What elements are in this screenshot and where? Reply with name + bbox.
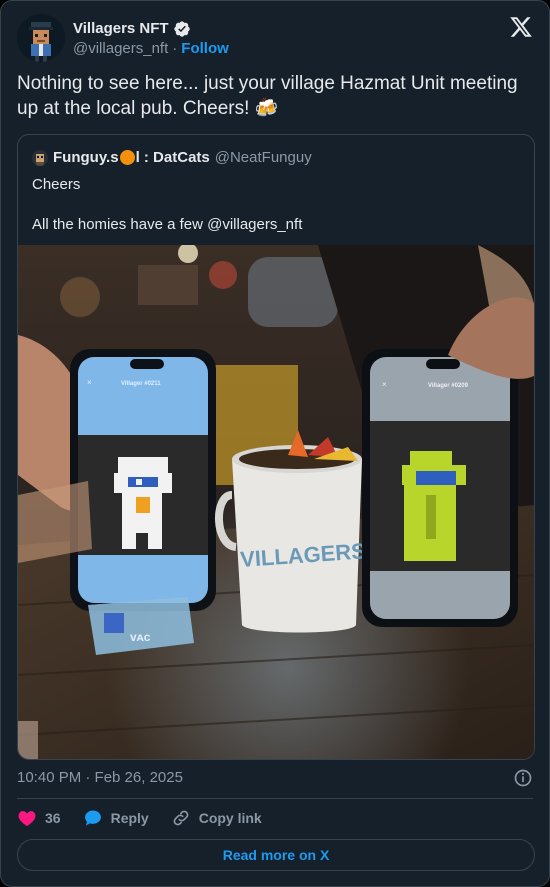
link-icon [173,810,189,826]
quoted-text-line2: All the homies have a few @villagers_nft [32,216,303,233]
tweet-actions: 36 Reply Copy link [17,808,262,828]
tweet-text: Nothing to see here... just your village… [17,73,518,119]
pixel-cat-avatar-icon [32,149,48,166]
quoted-author-name: Funguy.s l : DatCats [53,149,210,166]
photo-scene: × Villager #0211 VILLAGERS × Villager #0… [18,245,534,759]
follow-button[interactable]: Follow [181,40,229,57]
quoted-author-handle: @NeatFunguy [214,149,312,166]
divider [17,798,533,799]
author-handle[interactable]: @villagers_nft [73,40,168,57]
copy-link-button[interactable]: Copy link [171,808,262,828]
dot-separator: · [172,39,178,57]
quoted-author-name-part2: l : DatCats [135,149,210,166]
tweet-timestamp[interactable]: 10:40 PM · Feb 26, 2025 [17,769,183,786]
quoted-text-line1: Cheers [32,176,81,193]
left-phone-title: Villager #0211 [121,381,161,387]
reply-bubble-icon [84,810,101,826]
right-phone-title: Villager #0209 [428,383,469,389]
svg-text:ᴠᴀᴄ: ᴠᴀᴄ [130,630,151,644]
reply-button[interactable]: Reply [83,808,149,828]
heart-icon [18,811,36,826]
author-avatar[interactable] [17,14,65,62]
orange-circle-icon [119,150,135,165]
quoted-author-name-part1: Funguy.s [53,149,119,166]
embedded-tweet-card: Villagers NFT @villagers_nft · Follow No… [0,0,550,887]
quoted-tweet[interactable]: Funguy.s l : DatCats @NeatFunguy Cheers … [17,134,535,760]
info-icon[interactable] [513,768,533,788]
quoted-photo[interactable]: × Villager #0211 VILLAGERS × Villager #0… [18,245,534,759]
copy-link-label: Copy link [198,810,262,826]
like-button[interactable]: 36 [17,808,61,828]
pixel-villager-avatar-icon [17,14,65,62]
like-count: 36 [45,810,61,826]
x-logo-icon[interactable] [509,15,533,39]
tweet-header: Villagers NFT @villagers_nft · Follow [17,13,533,63]
quoted-author-avatar [32,149,48,166]
read-more-button[interactable]: Read more on X [17,839,535,871]
left-close-glyph: × [87,378,92,387]
quoted-tweet-header: Funguy.s l : DatCats @NeatFunguy [32,149,312,166]
verified-badge-icon [173,20,190,37]
author-display-name[interactable]: Villagers NFT [73,20,169,37]
right-close-glyph: × [382,380,387,389]
reply-label: Reply [110,810,149,826]
